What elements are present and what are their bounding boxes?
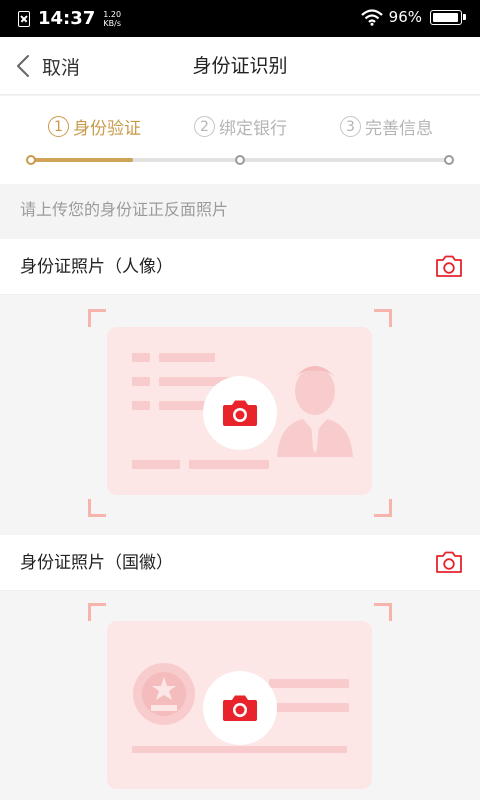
progress-fill [30, 158, 133, 162]
section-portrait-header: 身份证照片（人像） [0, 239, 480, 295]
take-photo-portrait-button[interactable] [203, 376, 277, 450]
step-1-label: 身份验证 [73, 119, 141, 139]
camera-icon [223, 695, 257, 721]
back-chevron-icon [17, 55, 29, 77]
cancel-label: 取消 [42, 56, 81, 79]
portrait-silhouette-icon [277, 366, 353, 457]
step-3: 3 完善信息 [340, 114, 433, 139]
camera-icon[interactable] [434, 549, 464, 575]
step-3-number: 3 [340, 116, 361, 137]
step-1: 1 身份验证 [48, 114, 141, 139]
status-bar: 14:37 1.20 KB/s 96% [0, 0, 480, 37]
net-speed: 1.20 KB/s [103, 10, 121, 28]
progress-dot-2 [235, 155, 245, 165]
battery-icon [430, 9, 466, 25]
progress-dot-3 [444, 155, 454, 165]
step-3-label: 完善信息 [365, 119, 433, 139]
take-photo-emblem-button[interactable] [203, 671, 277, 745]
sim-icon [18, 10, 30, 27]
nav-header: 取消 身份证识别 [0, 37, 480, 95]
step-2-label: 绑定银行 [219, 119, 287, 139]
progress-track [26, 155, 454, 165]
section-emblem-header: 身份证照片（国徽） [0, 535, 480, 591]
step-indicator: 1 身份验证 2 绑定银行 3 完善信息 [0, 96, 480, 184]
step-2: 2 绑定银行 [194, 114, 287, 139]
status-time: 14:37 [38, 8, 96, 29]
battery-fill [433, 12, 458, 22]
section-emblem-title: 身份证照片（国徽） [20, 553, 173, 573]
frame-corner [88, 309, 106, 327]
frame-corner [374, 309, 392, 327]
camera-icon [223, 400, 257, 426]
step-1-number: 1 [48, 116, 69, 137]
progress-dot-1 [26, 155, 36, 165]
battery-percent: 96% [388, 8, 422, 26]
section-portrait-title: 身份证照片（人像） [20, 257, 173, 277]
frame-corner [88, 499, 106, 517]
frame-corner [374, 499, 392, 517]
upload-hint: 请上传您的身份证正反面照片 [20, 200, 229, 219]
frame-corner [374, 603, 392, 621]
step-2-number: 2 [194, 116, 215, 137]
wifi-icon [360, 8, 383, 26]
net-speed-unit: KB/s [103, 18, 121, 28]
upload-area-portrait[interactable] [0, 295, 480, 535]
upload-area-emblem[interactable] [0, 591, 480, 800]
camera-icon[interactable] [434, 253, 464, 279]
national-emblem-icon [133, 663, 195, 725]
cancel-button[interactable]: 取消 [16, 37, 80, 95]
net-speed-value: 1.20 [103, 9, 122, 19]
frame-corner [88, 603, 106, 621]
